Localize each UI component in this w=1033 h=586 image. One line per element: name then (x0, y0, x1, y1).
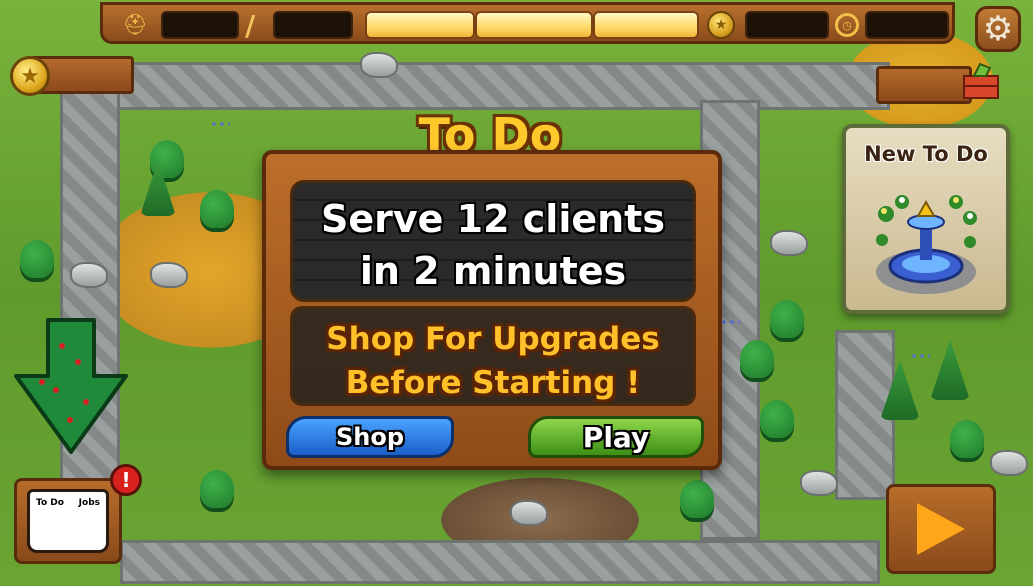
tree (200, 190, 234, 228)
rock (150, 262, 188, 288)
rock (800, 470, 838, 496)
tree (680, 480, 714, 518)
road (120, 540, 880, 584)
fountain-icon (876, 195, 977, 294)
settings-gear-button[interactable]: ⚙ (975, 6, 1021, 52)
tree (20, 240, 54, 278)
right-resource-plank (876, 66, 972, 104)
progress-segment (475, 11, 593, 39)
hint-text: Shop For Upgrades Before Starting ! (293, 317, 693, 405)
shop-button[interactable]: Shop (286, 416, 454, 458)
play-button[interactable]: Play (528, 416, 704, 458)
down-arrow-icon (14, 318, 128, 454)
progress-segment (593, 11, 699, 39)
journal-button[interactable]: To Do Jobs (14, 478, 122, 564)
tree (770, 300, 804, 338)
road (60, 62, 890, 110)
pine-tree (930, 340, 970, 400)
goal-text: Serve 12 clients in 2 minutes (293, 193, 693, 297)
flowers (720, 318, 740, 328)
goal-line-2: in 2 minutes (359, 249, 627, 293)
rock (990, 450, 1028, 476)
tree (760, 400, 794, 438)
gear-icon: ⚙ (982, 9, 1014, 49)
new-todo-title: New To Do (864, 142, 988, 166)
hint-line-2: Before Starting ! (345, 365, 641, 401)
clock-icon: ◷ (835, 13, 859, 37)
separator: / (245, 9, 256, 42)
hint-line-1: Shop For Upgrades (326, 321, 660, 357)
play-triangle-icon (917, 503, 965, 555)
book-icon: To Do Jobs (27, 489, 109, 553)
coins-top-slot (745, 11, 829, 39)
new-todo-card[interactable]: New To Do (842, 124, 1010, 314)
goal-display: Serve 12 clients in 2 minutes (290, 180, 696, 302)
book-tab-jobs: Jobs (78, 498, 100, 508)
journal-alert-badge: ! (110, 464, 142, 496)
tree (950, 420, 984, 458)
book-tab-todo: To Do (36, 498, 64, 508)
timer-slot (865, 11, 949, 39)
tree (740, 340, 774, 378)
rock (70, 262, 108, 288)
stat-b-slot (273, 11, 353, 39)
flowers (910, 352, 930, 362)
rock (510, 500, 548, 526)
crate-icon (963, 62, 999, 99)
next-play-button[interactable] (886, 484, 996, 574)
top-hud-bar: ⛑ / ★ ◷ (100, 2, 955, 44)
stat-a-slot (161, 11, 239, 39)
coin-icon: ★ (707, 11, 735, 39)
rock (770, 230, 808, 256)
goal-line-1: Serve 12 clients (321, 197, 665, 241)
flowers (210, 120, 230, 130)
coin-icon: ★ (10, 56, 50, 96)
tree (200, 470, 234, 508)
progress-segment (365, 11, 475, 39)
hint-display: Shop For Upgrades Before Starting ! (290, 306, 696, 406)
todo-panel: Serve 12 clients in 2 minutes Shop For U… (262, 150, 722, 470)
helmet-icon: ⛑ (122, 12, 148, 36)
rock (360, 52, 398, 78)
